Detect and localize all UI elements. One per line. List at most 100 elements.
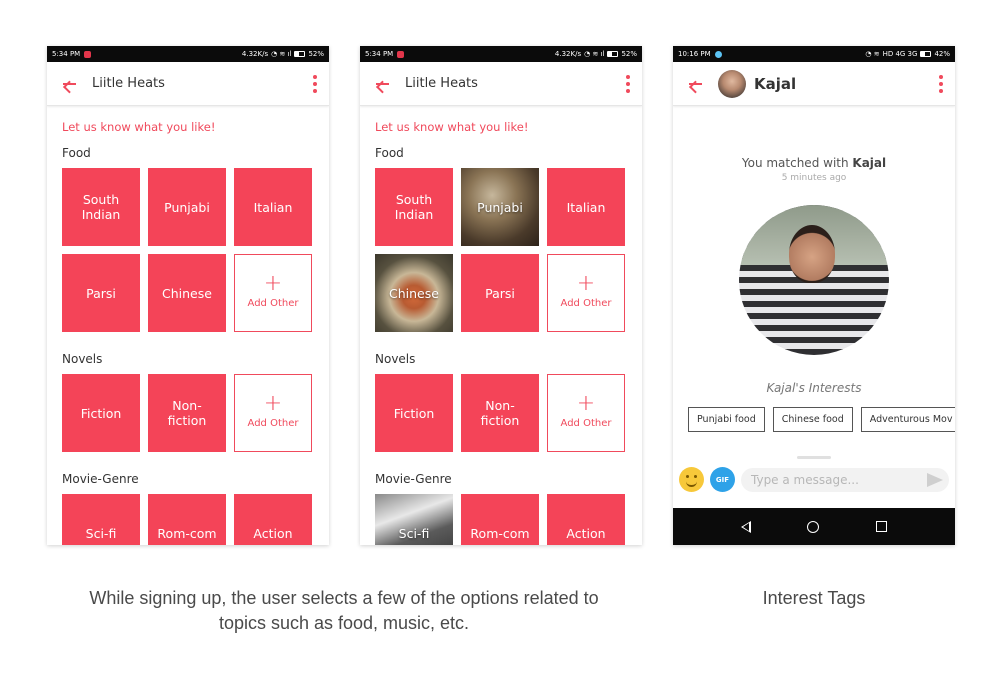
tile-sci-fi-selected[interactable]: Sci-fi — [375, 494, 453, 545]
notification-icon — [714, 50, 722, 58]
tile-rom-com[interactable]: Rom-com — [461, 494, 539, 545]
signal-icon: ◔ ≋ ıl — [271, 50, 292, 58]
status-battery: 52% — [308, 50, 324, 58]
status-time: 10:16 PM — [678, 50, 711, 58]
add-other-button[interactable]: + Add Other — [547, 254, 625, 332]
drag-handle[interactable] — [797, 456, 831, 459]
notification-icon — [84, 50, 92, 58]
status-speed: 4.32K/s — [241, 50, 269, 58]
tile-label: Italian — [566, 199, 606, 215]
status-time: 5:34 PM — [52, 50, 81, 58]
more-menu-icon[interactable] — [939, 74, 943, 93]
novels-grid: Fiction Non-fiction + Add Other — [62, 374, 314, 452]
app-title: Liitle Heats — [405, 76, 478, 91]
prompt-text: Let us know what you like! — [375, 120, 529, 134]
notification-icon — [397, 50, 405, 58]
nav-recents-icon[interactable] — [875, 521, 887, 532]
tile-south-indian[interactable]: South Indian — [62, 168, 140, 246]
tile-label: Punjabi — [477, 199, 523, 215]
tile-label: Punjabi — [164, 199, 210, 215]
plus-icon: + — [263, 271, 283, 296]
interest-tag[interactable]: Chinese food — [772, 407, 853, 432]
avatar[interactable] — [718, 69, 746, 98]
battery-icon — [920, 51, 932, 57]
plus-icon: + — [263, 391, 283, 416]
tile-punjabi[interactable]: Punjabi — [148, 168, 226, 246]
section-title-novels: Novels — [62, 352, 103, 366]
tile-rom-com[interactable]: Rom-com — [148, 494, 226, 545]
add-other-button[interactable]: + Add Other — [234, 254, 312, 332]
status-battery: 52% — [621, 50, 637, 58]
section-title-novels: Novels — [375, 352, 416, 366]
interest-tag[interactable]: Adventurous Mov — [860, 407, 955, 432]
more-menu-icon[interactable] — [626, 74, 630, 93]
app-title: Liitle Heats — [92, 76, 165, 91]
tile-chinese[interactable]: Chinese — [148, 254, 226, 332]
tile-non-fiction[interactable]: Non-fiction — [461, 374, 539, 452]
tile-parsi[interactable]: Parsi — [461, 254, 539, 332]
tile-label: Action — [253, 525, 293, 541]
profile-photo[interactable] — [739, 205, 889, 355]
plus-icon: + — [576, 391, 596, 416]
status-battery: 42% — [934, 50, 950, 58]
interest-tag[interactable]: Punjabi food — [688, 407, 765, 432]
section-title-food: Food — [375, 146, 404, 160]
tile-label: Sci-fi — [85, 525, 117, 541]
add-other-label: Add Other — [560, 298, 612, 309]
tile-label: Parsi — [86, 285, 116, 301]
tile-chinese-selected[interactable]: Chinese — [375, 254, 453, 332]
section-title-movie: Movie-Genre — [62, 472, 139, 486]
tile-south-indian[interactable]: South Indian — [375, 168, 453, 246]
tile-label: Parsi — [485, 285, 515, 301]
tile-fiction[interactable]: Fiction — [62, 374, 140, 452]
battery-icon — [294, 51, 306, 57]
prompt-text: Let us know what you like! — [62, 120, 216, 134]
tile-punjabi-selected[interactable]: Punjabi — [461, 168, 539, 246]
emoji-icon[interactable] — [679, 467, 704, 492]
add-other-label: Add Other — [247, 298, 299, 309]
add-other-button[interactable]: + Add Other — [234, 374, 312, 452]
tile-label: South Indian — [394, 192, 434, 222]
food-grid: South Indian Punjabi Italian Chinese Par… — [375, 168, 627, 332]
tile-fiction[interactable]: Fiction — [375, 374, 453, 452]
status-time: 5:34 PM — [365, 50, 394, 58]
section-title-food: Food — [62, 146, 91, 160]
chat-app-bar: Kajal — [673, 62, 955, 106]
tile-label: Italian — [253, 199, 293, 215]
tile-parsi[interactable]: Parsi — [62, 254, 140, 332]
tile-label: Chinese — [162, 285, 212, 301]
tile-italian[interactable]: Italian — [547, 168, 625, 246]
caption-signup: While signing up, the user selects a few… — [89, 588, 599, 633]
tile-italian[interactable]: Italian — [234, 168, 312, 246]
more-menu-icon[interactable] — [313, 74, 317, 93]
alarm-icon: ◔ ≋ — [865, 50, 880, 58]
tile-label: Non-fiction — [167, 398, 207, 428]
tile-non-fiction[interactable]: Non-fiction — [148, 374, 226, 452]
matched-text: You matched with Kajal — [673, 156, 955, 170]
tile-label: Action — [566, 525, 606, 541]
nav-home-icon[interactable] — [807, 520, 820, 533]
nav-back-icon[interactable] — [741, 520, 752, 533]
message-input[interactable]: Type a message... — [741, 467, 949, 492]
movie-grid: Sci-fi Rom-com Action — [62, 494, 314, 545]
gif-button[interactable]: GIF — [710, 467, 735, 492]
food-grid: South Indian Punjabi Italian Parsi Chine… — [62, 168, 314, 332]
back-arrow-icon[interactable] — [61, 75, 79, 93]
back-arrow-icon[interactable] — [374, 75, 392, 93]
send-icon[interactable] — [927, 472, 943, 487]
add-other-label: Add Other — [560, 418, 612, 429]
signal-icon: ◔ ≋ ıl — [584, 50, 605, 58]
tile-label: Rom-com — [157, 525, 217, 541]
tile-label: Sci-fi — [398, 525, 430, 541]
back-arrow-icon[interactable] — [687, 75, 705, 93]
status-bar: 5:34 PM 4.32K/s ◔ ≋ ıl 52% — [47, 46, 329, 62]
tile-action[interactable]: Action — [547, 494, 625, 545]
tile-sci-fi[interactable]: Sci-fi — [62, 494, 140, 545]
tile-label: South Indian — [81, 192, 121, 222]
status-speed: 4.32K/s — [554, 50, 582, 58]
message-placeholder: Type a message... — [751, 472, 859, 487]
interests-title: Kajal's Interests — [766, 381, 862, 395]
tile-action[interactable]: Action — [234, 494, 312, 545]
tile-label: Fiction — [80, 405, 122, 421]
add-other-button[interactable]: + Add Other — [547, 374, 625, 452]
